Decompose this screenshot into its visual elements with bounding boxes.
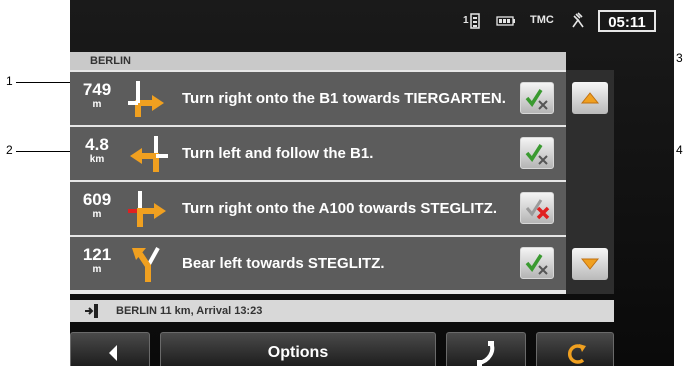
distance-value: 609 bbox=[82, 190, 112, 209]
arrow-left-icon bbox=[109, 345, 117, 361]
tmc-indicator: TMC bbox=[530, 14, 554, 26]
bear-left-arrow-icon bbox=[132, 247, 160, 282]
signal-strength-icon bbox=[470, 13, 480, 29]
gps-signal-label: 1 bbox=[463, 15, 469, 26]
maneuver-row[interactable]: 609 m Turn right onto the A100 towards S… bbox=[70, 182, 566, 235]
distance-unit: m bbox=[92, 209, 102, 220]
destination-header: BERLIN bbox=[70, 52, 566, 70]
avoid-toggle-button[interactable] bbox=[520, 192, 554, 224]
scroll-column bbox=[566, 70, 614, 294]
triangle-down-icon bbox=[580, 258, 600, 270]
scroll-down-button[interactable] bbox=[572, 248, 608, 280]
arrival-info-bar: BERLIN 11 km, Arrival 13:23 bbox=[70, 300, 614, 322]
avoid-toggle-button[interactable] bbox=[520, 82, 554, 114]
satellite-icon bbox=[572, 12, 584, 28]
maneuver-distance: 749 m bbox=[70, 72, 124, 125]
maneuver-row[interactable]: 121 m Bear left towards STEGLITZ. bbox=[70, 237, 566, 290]
battery-icon bbox=[496, 16, 515, 26]
refresh-icon bbox=[567, 344, 586, 364]
check-icon bbox=[525, 144, 548, 165]
check-icon bbox=[525, 89, 548, 110]
check-icon bbox=[525, 254, 548, 275]
maneuver-distance: 609 m bbox=[70, 182, 124, 235]
avoid-toggle-button[interactable] bbox=[520, 137, 554, 169]
destination-flag-icon bbox=[85, 304, 98, 318]
maneuver-instruction: Bear left towards STEGLITZ. bbox=[182, 254, 385, 272]
scroll-up-button[interactable] bbox=[572, 82, 608, 114]
callout-2-line bbox=[16, 151, 78, 152]
maneuver-instruction: Turn right onto the A100 towards STEGLIT… bbox=[182, 199, 497, 217]
callout-1: 1 bbox=[6, 74, 13, 88]
maneuver-instruction: Turn right onto the B1 towards TIERGARTE… bbox=[182, 89, 506, 107]
distance-unit: km bbox=[89, 154, 105, 165]
distance-value: 749 bbox=[82, 80, 112, 99]
device-screen: 1 TMC 05:11 BERLIN 749 m Turn right onto… bbox=[70, 0, 674, 366]
turn-right-arrow-icon bbox=[128, 81, 164, 117]
callout-2: 2 bbox=[6, 143, 13, 157]
avoid-toggle-button[interactable] bbox=[520, 247, 554, 279]
clock: 05:11 bbox=[598, 10, 656, 32]
distance-value: 4.8 bbox=[85, 135, 109, 154]
maneuver-list[interactable]: 749 m Turn right onto the B1 towards TIE… bbox=[70, 70, 566, 294]
maneuver-instruction: Turn left and follow the B1. bbox=[182, 144, 374, 162]
turn-right-arrow-icon bbox=[128, 191, 166, 227]
maneuver-distance: 121 m bbox=[70, 237, 124, 290]
distance-unit: m bbox=[92, 264, 102, 275]
phone-button[interactable] bbox=[446, 332, 526, 366]
blocked-x-icon bbox=[525, 199, 550, 220]
maneuver-row[interactable]: 4.8 km Turn left and follow the B1. bbox=[70, 127, 566, 180]
callout-4: 4 bbox=[676, 143, 683, 157]
distance-value: 121 bbox=[82, 245, 112, 264]
phone-icon bbox=[477, 341, 495, 366]
options-button[interactable]: Options bbox=[160, 332, 436, 366]
distance-unit: m bbox=[92, 99, 102, 110]
maneuver-row[interactable]: 749 m Turn right onto the B1 towards TIE… bbox=[70, 72, 566, 125]
arrival-text: BERLIN 11 km, Arrival 13:23 bbox=[116, 305, 263, 317]
recalculate-button[interactable] bbox=[536, 332, 614, 366]
status-bar: 1 TMC 05:11 bbox=[70, 0, 674, 44]
maneuver-distance: 4.8 km bbox=[70, 127, 124, 180]
back-button[interactable] bbox=[70, 332, 150, 366]
turn-left-arrow-icon bbox=[130, 136, 168, 172]
callout-3: 3 bbox=[676, 51, 683, 65]
triangle-up-icon bbox=[580, 92, 600, 104]
